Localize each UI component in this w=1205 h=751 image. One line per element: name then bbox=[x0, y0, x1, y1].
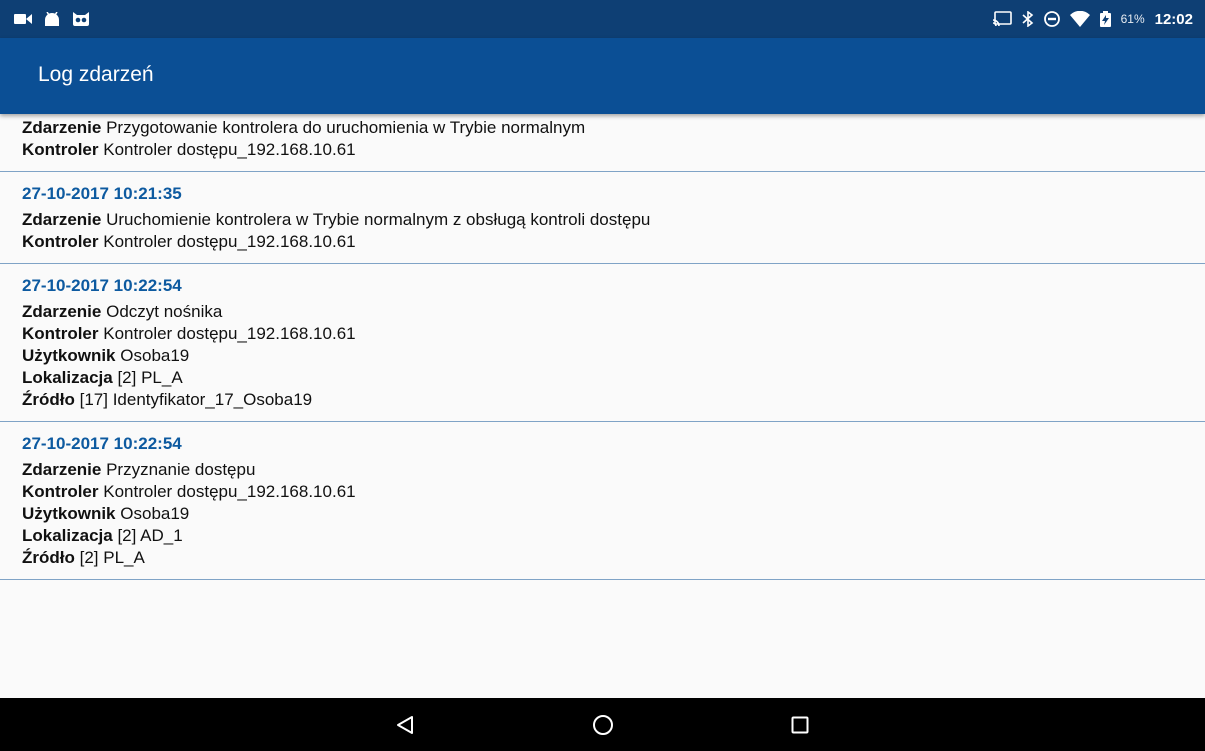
user-line: Użytkownik Osoba19 bbox=[22, 503, 1183, 525]
bluetooth-icon bbox=[1022, 11, 1034, 27]
controller-line-label: Kontroler bbox=[22, 232, 99, 251]
status-bar-left bbox=[14, 12, 90, 26]
controller-line-value: Kontroler dostępu_192.168.10.61 bbox=[103, 232, 356, 251]
app-bar: Log zdarzeń bbox=[0, 38, 1205, 114]
source-line-value: [2] PL_A bbox=[79, 548, 145, 567]
battery-percent: 61% bbox=[1120, 12, 1145, 26]
event-line: Zdarzenie Przyznanie dostępu bbox=[22, 459, 1183, 481]
video-camera-icon bbox=[14, 13, 32, 25]
source-line: Źródło [2] PL_A bbox=[22, 547, 1183, 569]
location-line: Lokalizacja [2] PL_A bbox=[22, 367, 1183, 389]
user-line-value: Osoba19 bbox=[120, 504, 190, 523]
event-log-list[interactable]: 27-10-2017 10:21:27Zdarzenie Przygotowan… bbox=[0, 114, 1205, 698]
event-line: Zdarzenie Przygotowanie kontrolera do ur… bbox=[22, 117, 1183, 139]
list-item[interactable]: 27-10-2017 10:22:54 Zdarzenie Odczyt nośn… bbox=[0, 264, 1205, 422]
list-item[interactable]: 27-10-2017 10:22:54 Zdarzenie Przyznanie … bbox=[0, 422, 1205, 580]
recents-button[interactable] bbox=[770, 698, 830, 751]
controller-line-label: Kontroler bbox=[22, 482, 99, 501]
user-line: Użytkownik Osoba19 bbox=[22, 345, 1183, 367]
back-button[interactable] bbox=[375, 698, 435, 751]
list-item[interactable]: 27-10-2017 10:21:35 Zdarzenie Uruchomieni… bbox=[0, 172, 1205, 264]
navigation-bar bbox=[0, 698, 1205, 751]
controller-line: Kontroler Kontroler dostępu_192.168.10.6… bbox=[22, 481, 1183, 503]
battery-icon bbox=[1099, 11, 1111, 27]
controller-line-value: Kontroler dostępu_192.168.10.61 bbox=[103, 482, 356, 501]
page-title: Log zdarzeń bbox=[38, 63, 154, 86]
location-line-value: [2] AD_1 bbox=[117, 526, 183, 545]
user-line-value: Osoba19 bbox=[120, 346, 190, 365]
entry-timestamp: 27-10-2017 10:21:35 bbox=[22, 184, 182, 203]
event-line-label: Zdarzenie bbox=[22, 210, 102, 229]
clock: 12:02 bbox=[1154, 10, 1193, 28]
location-line-label: Lokalizacja bbox=[22, 368, 113, 387]
status-bar-right: 61% 12:02 bbox=[992, 11, 1193, 28]
event-log-scroll[interactable]: 27-10-2017 10:21:27Zdarzenie Przygotowan… bbox=[0, 114, 1205, 580]
back-icon bbox=[397, 715, 413, 734]
owl-icon bbox=[72, 12, 90, 26]
event-line: Zdarzenie Odczyt nośnika bbox=[22, 301, 1183, 323]
event-line-label: Zdarzenie bbox=[22, 302, 102, 321]
controller-line-label: Kontroler bbox=[22, 324, 99, 343]
android-icon bbox=[44, 12, 60, 26]
do-not-disturb-icon bbox=[1043, 11, 1060, 27]
list-item[interactable]: 27-10-2017 10:21:27Zdarzenie Przygotowan… bbox=[0, 114, 1205, 172]
source-line-value: [17] Identyfikator_17_Osoba19 bbox=[79, 390, 313, 409]
user-line-label: Użytkownik bbox=[22, 504, 116, 523]
wifi-icon bbox=[1069, 11, 1090, 27]
event-line-label: Zdarzenie bbox=[22, 460, 102, 479]
controller-line-label: Kontroler bbox=[22, 140, 99, 159]
event-line-value: Odczyt nośnika bbox=[106, 302, 223, 321]
event-line-value: Uruchomienie kontrolera w Trybie normaln… bbox=[106, 210, 651, 229]
recents-icon bbox=[791, 716, 809, 733]
event-line: Zdarzenie Uruchomienie kontrolera w Tryb… bbox=[22, 209, 1183, 231]
location-line: Lokalizacja [2] AD_1 bbox=[22, 525, 1183, 547]
controller-line-value: Kontroler dostępu_192.168.10.61 bbox=[103, 140, 356, 159]
entry-timestamp: 27-10-2017 10:22:54 bbox=[22, 276, 182, 295]
source-line-label: Źródło bbox=[22, 548, 75, 567]
event-line-value: Przygotowanie kontrolera do uruchomienia… bbox=[106, 118, 586, 137]
location-line-value: [2] PL_A bbox=[117, 368, 183, 387]
event-line-label: Zdarzenie bbox=[22, 118, 102, 137]
home-icon bbox=[593, 714, 613, 735]
source-line: Źródło [17] Identyfikator_17_Osoba19 bbox=[22, 389, 1183, 411]
location-line-label: Lokalizacja bbox=[22, 526, 113, 545]
controller-line: Kontroler Kontroler dostępu_192.168.10.6… bbox=[22, 323, 1183, 345]
home-button[interactable] bbox=[573, 698, 633, 751]
entry-timestamp: 27-10-2017 10:22:54 bbox=[22, 434, 182, 453]
source-line-label: Źródło bbox=[22, 390, 75, 409]
event-line-value: Przyznanie dostępu bbox=[106, 460, 256, 479]
cast-icon bbox=[992, 11, 1012, 27]
user-line-label: Użytkownik bbox=[22, 346, 116, 365]
controller-line: Kontroler Kontroler dostępu_192.168.10.6… bbox=[22, 231, 1183, 253]
status-bar: 61% 12:02 bbox=[0, 0, 1205, 38]
controller-line-value: Kontroler dostępu_192.168.10.61 bbox=[103, 324, 356, 343]
controller-line: Kontroler Kontroler dostępu_192.168.10.6… bbox=[22, 139, 1183, 161]
